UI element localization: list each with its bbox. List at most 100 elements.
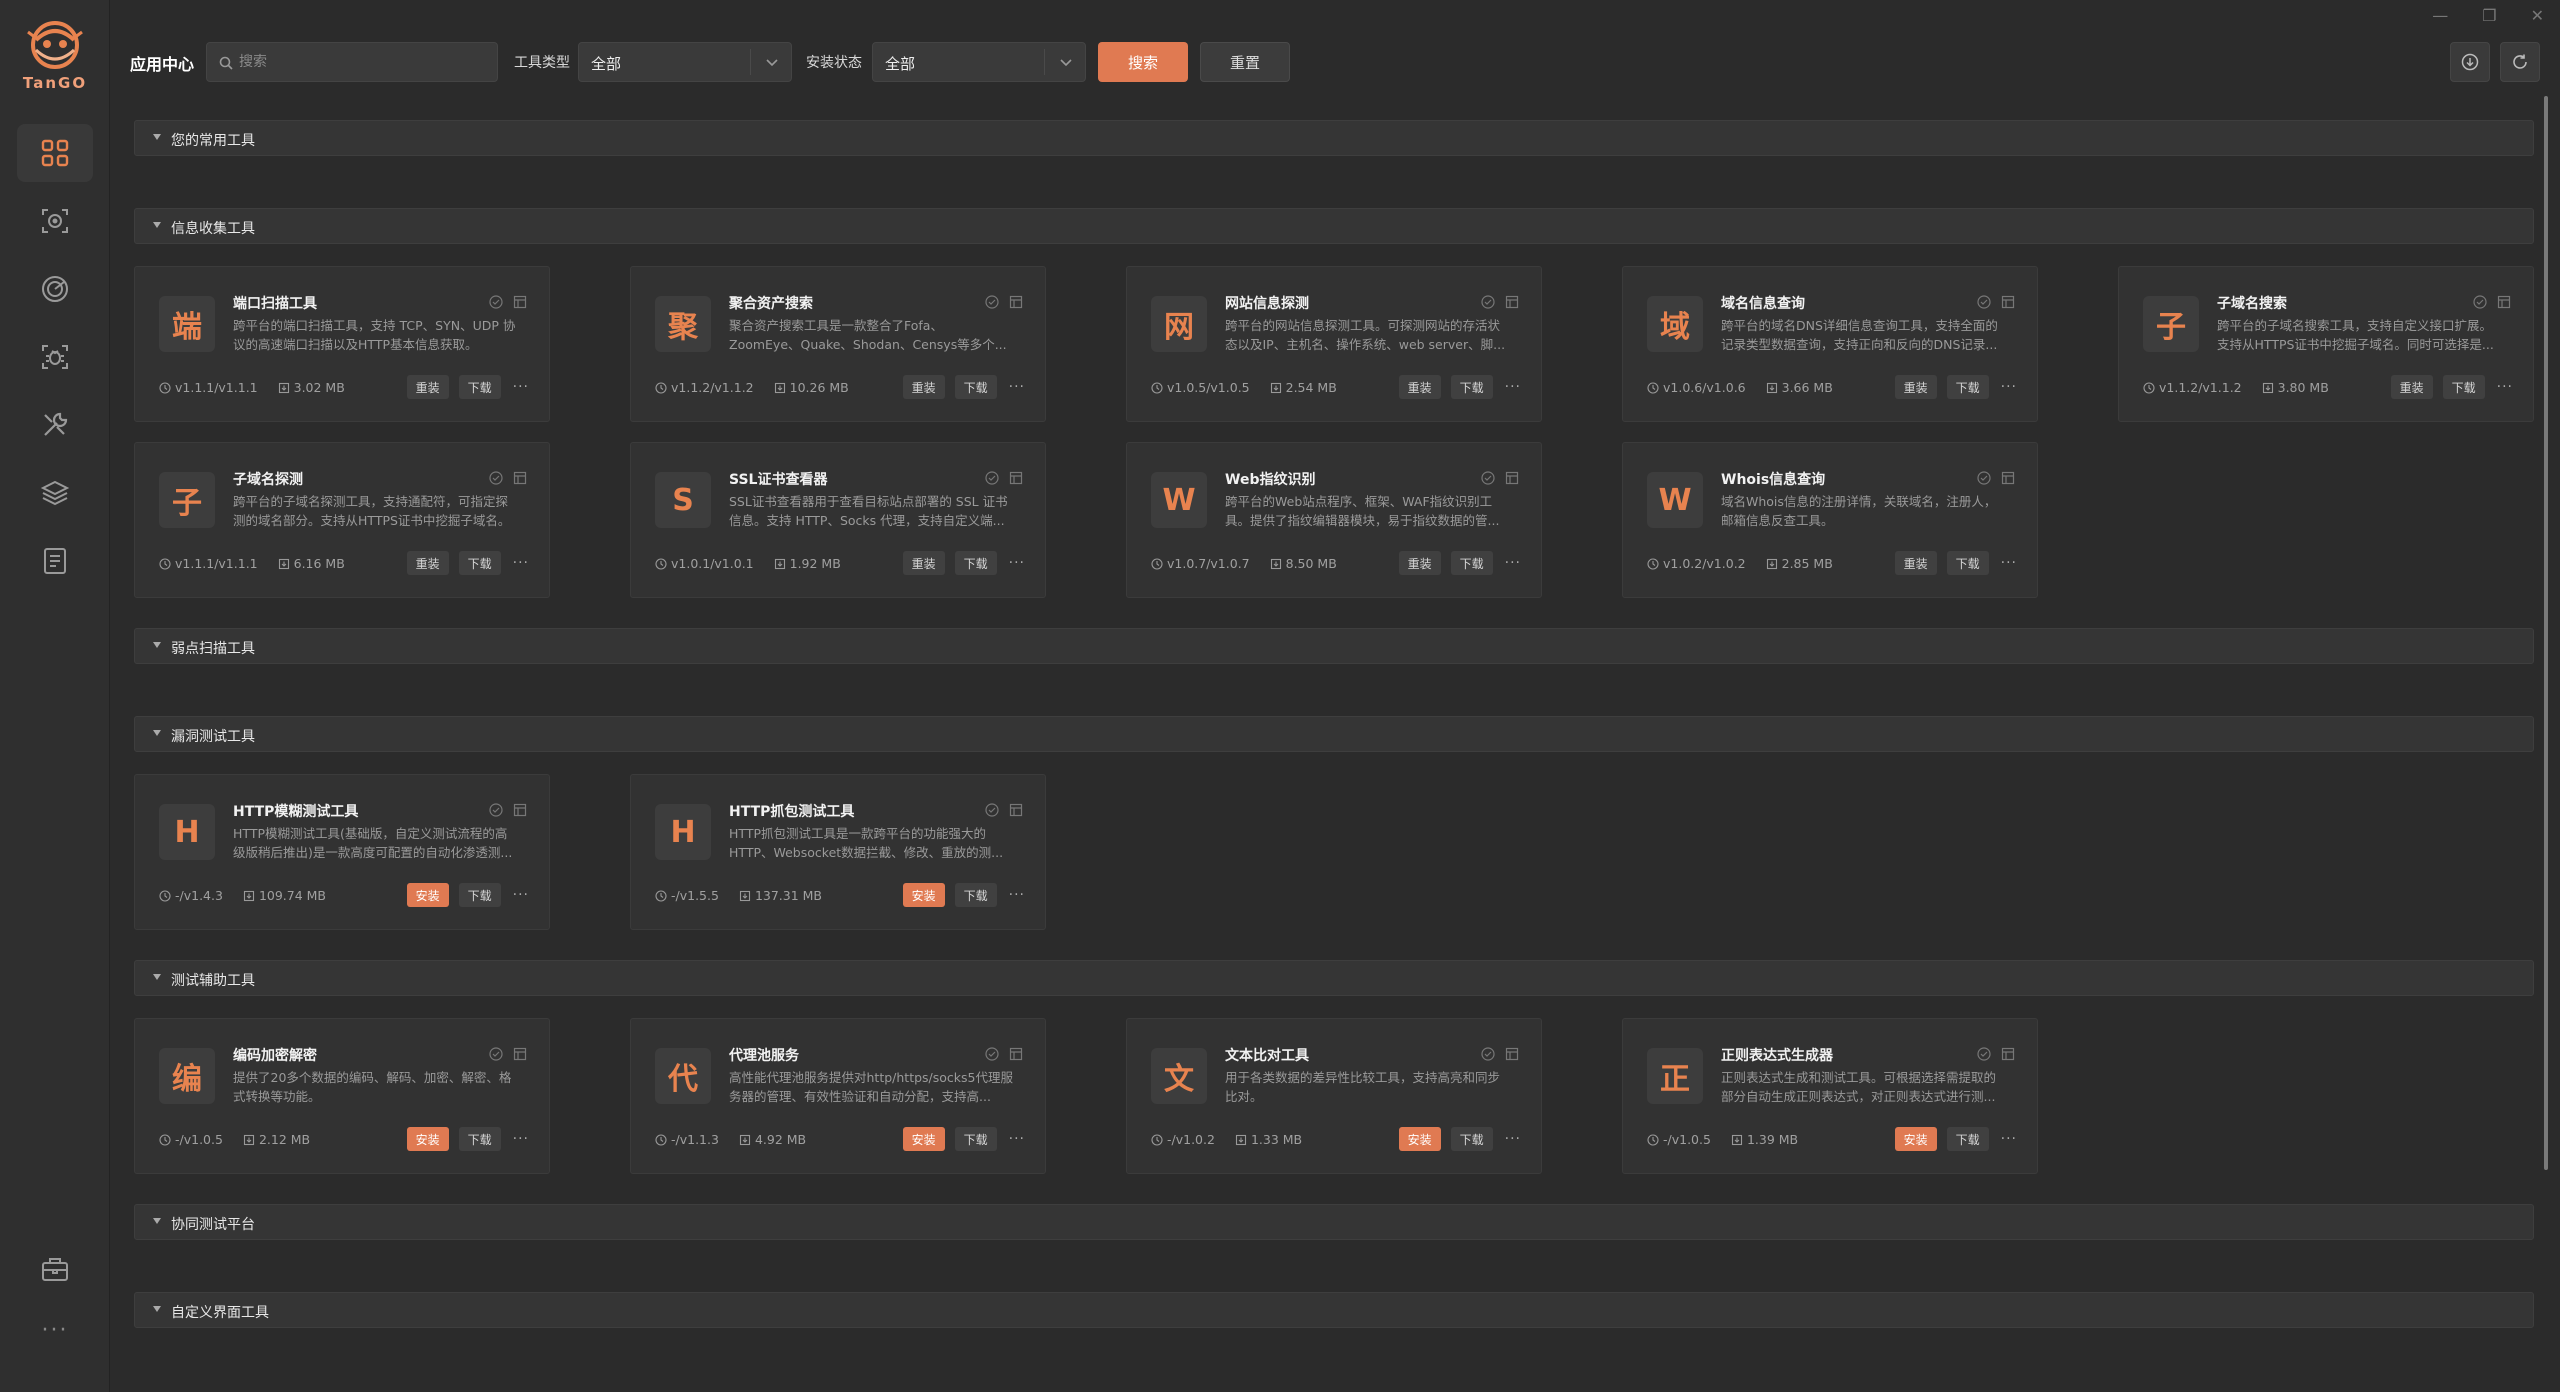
reinstall-button[interactable]: 重装 bbox=[406, 375, 449, 399]
details-panel-icon[interactable] bbox=[513, 1047, 527, 1061]
search-field[interactable] bbox=[206, 42, 498, 82]
more-options-icon[interactable]: ··· bbox=[513, 379, 529, 395]
verified-check-icon[interactable] bbox=[1481, 295, 1495, 309]
tool-card[interactable]: 域 域名信息查询 跨平台的域名DNS详细信息查询工具，支持全面的记录类型数据查询… bbox=[1622, 266, 2038, 422]
download-button[interactable]: 下载 bbox=[954, 1127, 997, 1151]
more-options-icon[interactable]: ··· bbox=[1505, 1131, 1521, 1147]
tool-card[interactable]: H HTTP模糊测试工具 HTTP模糊测试工具(基础版，自定义测试流程的高级版稍… bbox=[134, 774, 550, 930]
tool-card[interactable]: 编 编码加密解密 提供了20多个数据的编码、解码、加密、解密、格式转换等功能。 … bbox=[134, 1018, 550, 1174]
download-manager-button[interactable] bbox=[2450, 42, 2490, 82]
more-options-icon[interactable]: ··· bbox=[513, 555, 529, 571]
details-panel-icon[interactable] bbox=[2001, 471, 2015, 485]
tool-card[interactable]: H HTTP抓包测试工具 HTTP抓包测试工具是一款跨平台的功能强大的HTTP、… bbox=[630, 774, 1046, 930]
reinstall-button[interactable]: 重装 bbox=[902, 551, 945, 575]
verified-check-icon[interactable] bbox=[985, 803, 999, 817]
install-button[interactable]: 安装 bbox=[902, 1127, 945, 1151]
more-options-icon[interactable]: ··· bbox=[1505, 379, 1521, 395]
more-options-icon[interactable]: ··· bbox=[1009, 555, 1025, 571]
install-button[interactable]: 安装 bbox=[902, 883, 945, 907]
details-panel-icon[interactable] bbox=[513, 295, 527, 309]
reinstall-button[interactable]: 重装 bbox=[1894, 551, 1937, 575]
tool-card[interactable]: W Web指纹识别 跨平台的Web站点程序、框架、WAF指纹识别工具。提供了指纹… bbox=[1126, 442, 1542, 598]
verified-check-icon[interactable] bbox=[1977, 1047, 1991, 1061]
download-button[interactable]: 下载 bbox=[954, 551, 997, 575]
nav-apps[interactable] bbox=[17, 124, 93, 182]
install-button[interactable]: 安装 bbox=[406, 1127, 449, 1151]
details-panel-icon[interactable] bbox=[1009, 471, 1023, 485]
download-button[interactable]: 下载 bbox=[458, 551, 501, 575]
reinstall-button[interactable]: 重装 bbox=[902, 375, 945, 399]
more-options-icon[interactable]: ··· bbox=[1009, 887, 1025, 903]
reinstall-button[interactable]: 重装 bbox=[1398, 551, 1441, 575]
download-button[interactable]: 下载 bbox=[1450, 375, 1493, 399]
details-panel-icon[interactable] bbox=[1505, 471, 1519, 485]
section-custom-ui-tools[interactable]: 自定义界面工具 bbox=[134, 1292, 2534, 1328]
download-button[interactable]: 下载 bbox=[1946, 375, 1989, 399]
more-options-icon[interactable]: ··· bbox=[1009, 379, 1025, 395]
nav-toolbox[interactable] bbox=[17, 1240, 93, 1298]
tool-card[interactable]: 子 子域名探测 跨平台的子域名探测工具，支持通配符，可指定探测的域名部分。支持从… bbox=[134, 442, 550, 598]
details-panel-icon[interactable] bbox=[1009, 1047, 1023, 1061]
download-button[interactable]: 下载 bbox=[954, 883, 997, 907]
verified-check-icon[interactable] bbox=[2473, 295, 2487, 309]
reset-button[interactable]: 重置 bbox=[1200, 42, 1290, 82]
nav-radar[interactable] bbox=[17, 260, 93, 318]
more-icon[interactable]: ··· bbox=[0, 1318, 110, 1343]
search-input[interactable] bbox=[239, 43, 489, 81]
section-vuln-test[interactable]: 漏洞测试工具 bbox=[134, 716, 2534, 752]
vertical-scrollbar[interactable] bbox=[2544, 96, 2548, 1170]
details-panel-icon[interactable] bbox=[1505, 1047, 1519, 1061]
verified-check-icon[interactable] bbox=[985, 471, 999, 485]
details-panel-icon[interactable] bbox=[2001, 1047, 2015, 1061]
tool-card[interactable]: 聚 聚合资产搜索 聚合资产搜索工具是一款整合了Fofa、ZoomEye、Quak… bbox=[630, 266, 1046, 422]
verified-check-icon[interactable] bbox=[489, 471, 503, 485]
download-button[interactable]: 下载 bbox=[2442, 375, 2485, 399]
tool-card[interactable]: 文 文本比对工具 用于各类数据的差异性比较工具，支持高亮和同步比对。 -/v1.… bbox=[1126, 1018, 1542, 1174]
download-button[interactable]: 下载 bbox=[458, 883, 501, 907]
more-options-icon[interactable]: ··· bbox=[2001, 1131, 2017, 1147]
verified-check-icon[interactable] bbox=[1977, 295, 1991, 309]
more-options-icon[interactable]: ··· bbox=[2001, 379, 2017, 395]
details-panel-icon[interactable] bbox=[1009, 295, 1023, 309]
install-status-select[interactable]: 全部 bbox=[872, 42, 1086, 82]
tool-card[interactable]: W Whois信息查询 域名Whois信息的注册详情，关联域名，注册人，邮箱信息… bbox=[1622, 442, 2038, 598]
tool-card[interactable]: 正 正则表达式生成器 正则表达式生成和测试工具。可根据选择需提取的部分自动生成正… bbox=[1622, 1018, 2038, 1174]
install-button[interactable]: 安装 bbox=[1894, 1127, 1937, 1151]
download-button[interactable]: 下载 bbox=[458, 1127, 501, 1151]
verified-check-icon[interactable] bbox=[489, 295, 503, 309]
search-button[interactable]: 搜索 bbox=[1098, 42, 1188, 82]
reinstall-button[interactable]: 重装 bbox=[1398, 375, 1441, 399]
download-button[interactable]: 下载 bbox=[1450, 1127, 1493, 1151]
download-button[interactable]: 下载 bbox=[954, 375, 997, 399]
tool-card[interactable]: 代 代理池服务 高性能代理池服务提供对http/https/socks5代理服务… bbox=[630, 1018, 1046, 1174]
details-panel-icon[interactable] bbox=[1009, 803, 1023, 817]
tool-type-select[interactable]: 全部 bbox=[578, 42, 792, 82]
section-frequent-tools[interactable]: 您的常用工具 bbox=[134, 120, 2534, 156]
download-button[interactable]: 下载 bbox=[458, 375, 501, 399]
more-options-icon[interactable]: ··· bbox=[513, 887, 529, 903]
tool-card[interactable]: 网 网站信息探测 跨平台的网站信息探测工具。可探测网站的存活状态以及IP、主机名… bbox=[1126, 266, 1542, 422]
tool-card[interactable]: S SSL证书查看器 SSL证书查看器用于查看目标站点部署的 SSL 证书信息。… bbox=[630, 442, 1046, 598]
maximize-icon[interactable]: ❐ bbox=[2482, 6, 2496, 25]
nav-tools[interactable] bbox=[17, 396, 93, 454]
details-panel-icon[interactable] bbox=[513, 471, 527, 485]
details-panel-icon[interactable] bbox=[2001, 295, 2015, 309]
section-vuln-scan[interactable]: 弱点扫描工具 bbox=[134, 628, 2534, 664]
verified-check-icon[interactable] bbox=[489, 1047, 503, 1061]
reinstall-button[interactable]: 重装 bbox=[1894, 375, 1937, 399]
nav-bug-scan[interactable] bbox=[17, 328, 93, 386]
details-panel-icon[interactable] bbox=[2497, 295, 2511, 309]
install-button[interactable]: 安装 bbox=[406, 883, 449, 907]
verified-check-icon[interactable] bbox=[1977, 471, 1991, 485]
details-panel-icon[interactable] bbox=[1505, 295, 1519, 309]
more-options-icon[interactable]: ··· bbox=[513, 1131, 529, 1147]
more-options-icon[interactable]: ··· bbox=[1505, 555, 1521, 571]
verified-check-icon[interactable] bbox=[489, 803, 503, 817]
details-panel-icon[interactable] bbox=[513, 803, 527, 817]
nav-notes[interactable] bbox=[17, 532, 93, 590]
more-options-icon[interactable]: ··· bbox=[2497, 379, 2513, 395]
verified-check-icon[interactable] bbox=[1481, 1047, 1495, 1061]
section-collab-platform[interactable]: 协同测试平台 bbox=[134, 1204, 2534, 1240]
reinstall-button[interactable]: 重装 bbox=[406, 551, 449, 575]
verified-check-icon[interactable] bbox=[985, 295, 999, 309]
